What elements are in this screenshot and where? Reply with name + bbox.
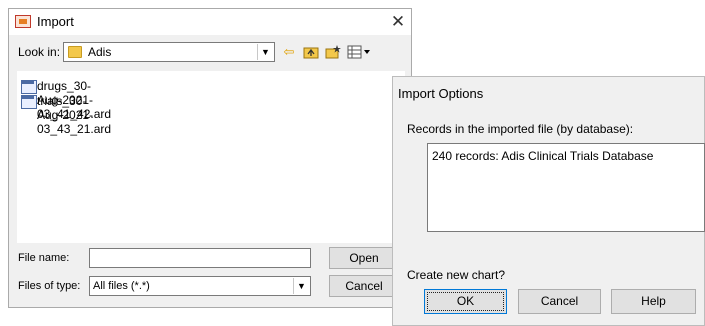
chevron-down-icon[interactable]: ▼ [257,44,273,60]
files-of-type-dropdown[interactable]: All files (*.*) ▼ [89,276,311,296]
help-button[interactable]: Help [611,289,696,314]
import-options-dialog: Import Options Records in the imported f… [392,76,705,326]
open-button[interactable]: Open [329,247,399,269]
cancel-button[interactable]: Cancel [329,275,399,297]
file-name-label: File name: [18,252,70,264]
close-icon[interactable]: ✕ [387,11,409,33]
file-icon [21,80,37,94]
files-of-type-value: All files (*.*) [93,280,150,292]
look-in-label: Look in: [18,45,61,59]
app-icon [15,15,31,28]
back-arrow-icon[interactable]: ⇦ [281,44,297,60]
import-title-bar[interactable]: Import ✕ [9,9,411,35]
file-icon [21,95,37,109]
look-in-value: Adis [88,45,112,59]
new-folder-icon[interactable] [325,44,341,60]
file-name: trials_30-Aug-2021-03_43_21.ard [37,94,112,136]
files-of-type-label: Files of type: [18,280,81,292]
import-dialog-title: Import [37,14,74,29]
records-list[interactable]: 240 records: Adis Clinical Trials Databa… [427,143,705,232]
up-folder-icon[interactable] [303,44,319,60]
folder-icon [68,46,82,58]
ok-button[interactable]: OK [424,289,507,314]
records-label: Records in the imported file (by databas… [407,122,634,136]
options-cancel-button[interactable]: Cancel [518,289,601,314]
chevron-down-icon[interactable]: ▼ [293,278,309,294]
look-in-dropdown[interactable]: Adis ▼ [63,42,275,62]
file-name-input[interactable] [89,248,311,268]
view-menu-icon[interactable] [347,44,371,60]
list-item[interactable]: 240 records: Adis Clinical Trials Databa… [432,149,653,163]
create-chart-label: Create new chart? [407,268,506,282]
import-options-title: Import Options [398,86,484,101]
import-dialog: Import ✕ Look in: Adis ▼ ⇦ drugs_30-Aug-… [8,8,412,308]
file-list[interactable]: drugs_30-Aug-2021-03_41_42.ard trials_30… [17,71,405,243]
